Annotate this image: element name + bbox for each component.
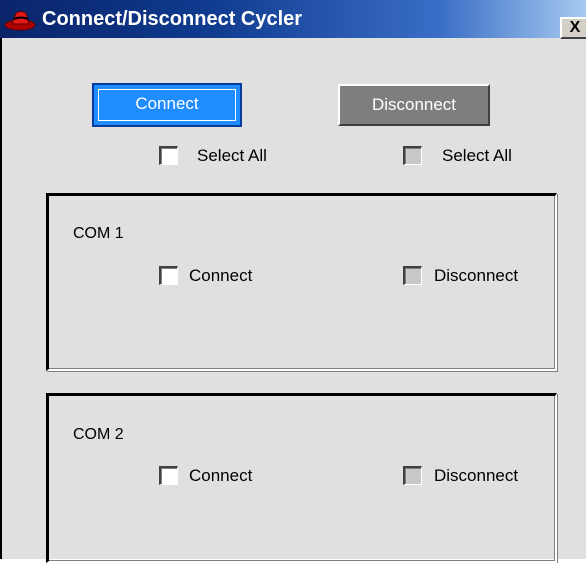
com1-disconnect-label: Disconnect [434,266,519,285]
connect-button[interactable]: Connect [92,83,242,127]
cycler-window: Connect/Disconnect Cycler X Connect Disc… [0,0,586,563]
select-all-connect-checkbox[interactable] [159,146,178,165]
disconnect-button-label: Disconnect [371,95,457,114]
close-button[interactable]: X [560,17,586,39]
title-bar[interactable]: Connect/Disconnect Cycler [0,0,586,38]
com-port-name: COM 1 [73,225,124,242]
com1-connect-label: Connect [189,266,253,285]
com-port-name: COM 2 [73,426,124,443]
com2-disconnect-checkbox[interactable] [403,466,422,485]
focus-rectangle [98,89,236,121]
window-border [0,38,2,559]
com2-connect-checkbox[interactable] [159,466,178,485]
com2-connect-label: Connect [189,466,253,485]
close-icon: X [569,19,581,36]
select-all-disconnect-label: Select All [442,146,512,165]
select-all-connect-label: Select All [197,146,267,165]
select-all-disconnect-checkbox[interactable] [403,146,422,165]
window-title: Connect/Disconnect Cycler [42,8,303,30]
com2-disconnect-label: Disconnect [434,466,519,485]
com1-connect-checkbox[interactable] [159,266,178,285]
disconnect-button[interactable]: Disconnect [338,84,490,126]
com1-disconnect-checkbox[interactable] [403,266,422,285]
red-hat-icon [4,11,36,31]
